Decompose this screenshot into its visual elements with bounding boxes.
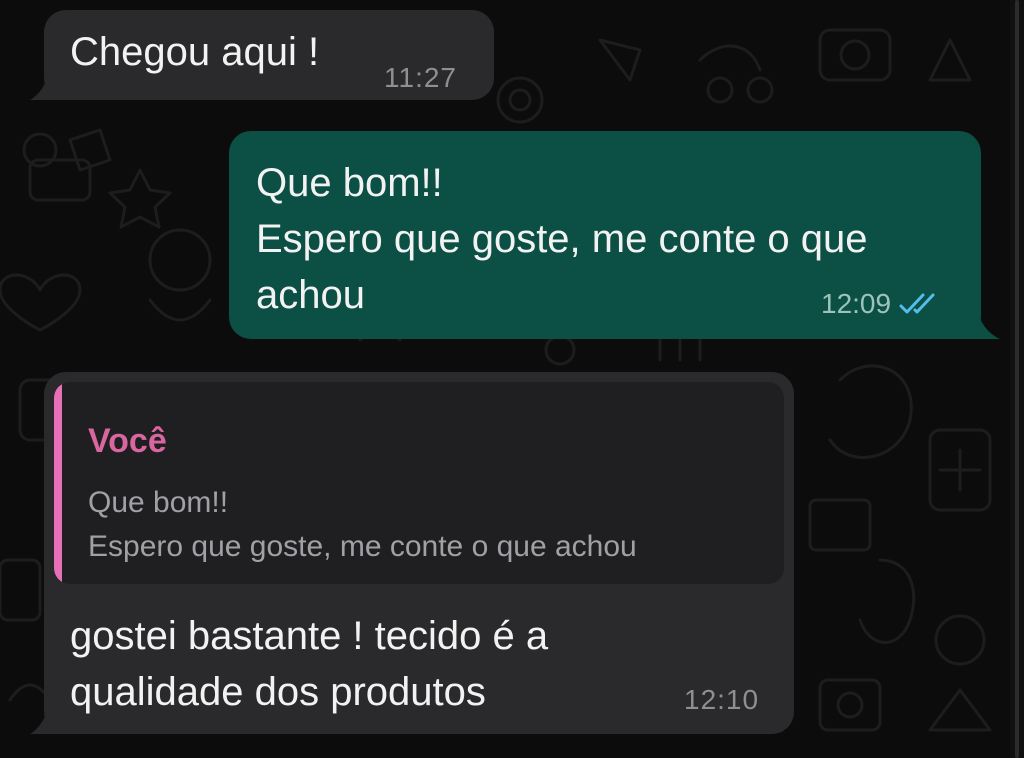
incoming-message[interactable]: Chegou aqui ! 11:27 — [44, 10, 494, 100]
quote-author: Você — [88, 422, 167, 460]
message-line: Espero que goste, me conte o que — [256, 217, 868, 261]
message-time: 12:09 — [821, 288, 892, 319]
message-text: gostei bastante ! tecido é a qualidade d… — [70, 608, 548, 720]
message-line: Que bom!! — [256, 161, 443, 205]
quote-bar — [54, 382, 62, 584]
quoted-message[interactable]: Você Que bom!! Espero que goste, me cont… — [54, 382, 784, 584]
double-check-icon — [899, 293, 935, 314]
message-line: qualidade dos produtos — [70, 670, 486, 714]
message-meta: 12:09 — [821, 288, 941, 320]
message-line: gostei bastante ! tecido é a — [70, 614, 549, 658]
quote-line: Que bom!! — [88, 486, 229, 519]
bubble-tail — [30, 70, 66, 100]
bubble-tail — [30, 702, 66, 734]
bubble-tail — [960, 307, 1000, 339]
scrollbar[interactable] — [1010, 0, 1024, 758]
quote-line: Espero que goste, me conte o que achou — [88, 530, 637, 563]
scrollbar-thumb[interactable] — [1015, 0, 1019, 758]
incoming-reply-message[interactable]: Você Que bom!! Espero que goste, me cont… — [44, 372, 794, 734]
outgoing-message[interactable]: Que bom!! Espero que goste, me conte o q… — [229, 131, 981, 339]
message-time: 12:10 — [684, 684, 760, 715]
chat-area: Chegou aqui ! 11:27 Que bom!! Espero que… — [0, 0, 1024, 758]
message-time: 11:27 — [384, 62, 457, 93]
message-text: Chegou aqui ! — [70, 30, 320, 74]
